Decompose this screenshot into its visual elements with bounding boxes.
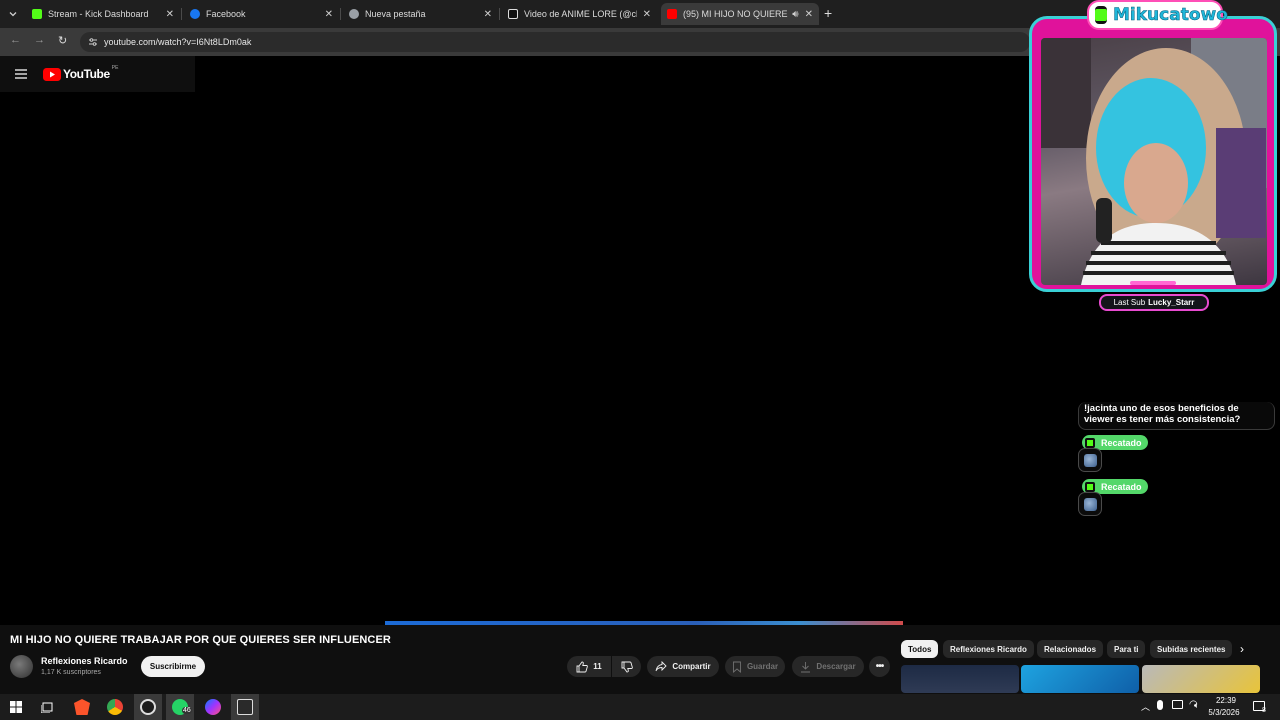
chat-message: !jacinta uno de esos beneficios de viewe… (1078, 402, 1275, 430)
tab-title: Facebook (206, 9, 246, 19)
bookmark-icon (732, 661, 741, 673)
close-icon[interactable]: ✕ (484, 9, 492, 20)
dislike-button[interactable] (612, 656, 641, 677)
clock-time[interactable]: 22:39 (1206, 696, 1246, 705)
kick-icon (1085, 481, 1095, 492)
whatsapp-badge: 46 (182, 707, 192, 714)
youtube-icon (667, 9, 677, 19)
streamer-badge: Mikucatowo (1087, 0, 1228, 30)
thumbs-down-icon (621, 661, 633, 672)
streamer-webcam-image (1041, 38, 1267, 285)
chip-todos[interactable]: Todos (901, 640, 939, 658)
channel-avatar[interactable] (10, 655, 33, 678)
menu-icon[interactable] (15, 69, 27, 79)
tab-search-button[interactable] (6, 7, 20, 21)
country-code: PE (111, 65, 119, 71)
forward-icon[interactable]: → (34, 34, 45, 46)
save-label: Guardar (746, 662, 779, 671)
chrome-icon[interactable] (107, 699, 123, 715)
messenger-icon[interactable] (205, 699, 221, 715)
tab-kick-dashboard[interactable]: Stream - Kick Dashboard ✕ (26, 3, 180, 25)
youtube-logo[interactable]: YouTube PE (43, 65, 119, 81)
close-icon[interactable]: ✕ (805, 9, 813, 20)
kick-icon (1085, 437, 1095, 448)
more-actions-button[interactable]: ••• (869, 656, 890, 677)
youtube-header: YouTube PE (0, 56, 195, 92)
youtube-logo-text: YouTube (63, 67, 110, 81)
chevron-down-icon (9, 12, 17, 17)
tab-title: Stream - Kick Dashboard (48, 9, 149, 19)
red-circle-app-icon[interactable] (140, 699, 156, 715)
video-title: MI HIJO NO QUIERE TRABAJAR POR QUE QUIER… (10, 634, 391, 646)
clock-date[interactable]: 5/3/2026 (1204, 708, 1244, 717)
notifications-badge: 8 (1262, 707, 1266, 714)
more-icon: ••• (875, 661, 884, 672)
recommended-thumbnail[interactable] (1021, 665, 1139, 693)
chip-para-ti[interactable]: Para ti (1107, 640, 1146, 658)
chip-relacionados[interactable]: Relacionados (1037, 640, 1104, 658)
windows-start-icon[interactable] (10, 701, 22, 713)
download-label: Descargar (816, 662, 856, 671)
cam-progress-bar (1130, 281, 1176, 285)
tab-title: Video de ANIME LORE (@chinas (524, 9, 637, 19)
last-sub-banner: Last Sub Lucky_Starr (1099, 294, 1209, 311)
streamer-name: Mikucatowo (1113, 5, 1228, 26)
channel-name[interactable]: Reflexiones Ricardo (41, 656, 128, 666)
back-icon[interactable]: ← (10, 34, 21, 46)
close-icon[interactable]: ✕ (166, 9, 174, 20)
reload-icon[interactable]: ↻ (58, 34, 67, 47)
volume-icon[interactable]: 🔈︎ (1194, 700, 1199, 711)
recommended-thumbnail[interactable] (901, 665, 1019, 693)
tab-youtube-active[interactable]: (95) MI HIJO NO QUIERE TRAB 🔊︎ ✕ (661, 3, 819, 25)
tab-new-tab[interactable]: Nueva pestaña ✕ (343, 3, 498, 25)
tab-title: Nueva pestaña (365, 9, 426, 19)
close-icon[interactable]: ✕ (325, 9, 333, 20)
epic-games-icon[interactable] (237, 699, 253, 715)
chip-reflexiones-ricardo[interactable]: Reflexiones Ricardo (943, 640, 1034, 658)
youtube-play-icon (43, 67, 61, 81)
emote-icon (1084, 498, 1097, 511)
address-bar[interactable]: youtube.com/watch?v=I6Nt8LDm0ak (80, 32, 1030, 52)
subscriber-count: 1,17 K suscriptores (41, 669, 101, 676)
close-icon[interactable]: ✕ (643, 9, 651, 20)
tiktok-icon (508, 9, 518, 19)
like-button[interactable]: 11 (567, 656, 611, 677)
task-view-icon[interactable] (41, 701, 54, 713)
tab-tiktok[interactable]: Video de ANIME LORE (@chinas ✕ (502, 3, 657, 25)
chrome-icon (349, 9, 359, 19)
recommended-thumbnail[interactable] (1142, 665, 1260, 693)
kick-icon (32, 9, 42, 19)
like-count: 11 (593, 662, 602, 671)
emote-icon (1084, 454, 1097, 467)
microphone-icon[interactable] (1157, 700, 1163, 710)
chevron-right-icon[interactable]: › (1240, 642, 1244, 656)
chip-subidas-recientes[interactable]: Subidas recientes (1150, 640, 1233, 658)
download-button[interactable]: Descargar (792, 656, 864, 677)
save-button[interactable]: Guardar (725, 656, 785, 677)
network-icon[interactable] (1172, 700, 1183, 709)
download-icon (801, 661, 811, 672)
last-sub-label: Last Sub (1113, 298, 1146, 307)
url-text: youtube.com/watch?v=I6Nt8LDm0ak (104, 37, 252, 47)
facebook-icon (190, 9, 200, 19)
chat-username-text: Recatado (1101, 481, 1142, 492)
share-icon (655, 661, 668, 672)
subscribe-button[interactable]: Suscribirme (141, 656, 205, 677)
tab-title: (95) MI HIJO NO QUIERE TRAB (683, 9, 788, 19)
chevron-up-icon[interactable]: ︿ (1141, 700, 1150, 713)
kick-icon (1095, 6, 1107, 24)
site-info-icon[interactable] (88, 37, 98, 47)
speaker-icon[interactable]: 🔊︎ (792, 9, 798, 20)
webcam-feed (1041, 38, 1267, 285)
chat-emote-bubble (1078, 448, 1102, 472)
thumbs-up-icon (576, 661, 589, 672)
tab-facebook[interactable]: Facebook ✕ (184, 3, 339, 25)
chat-username-text: Recatado (1101, 437, 1142, 448)
chat-emote-bubble (1078, 492, 1102, 516)
last-sub-user: Lucky_Starr (1148, 298, 1195, 307)
share-label: Compartir (672, 662, 711, 671)
new-tab-button[interactable]: + (824, 5, 832, 21)
share-button[interactable]: Compartir (647, 656, 719, 677)
